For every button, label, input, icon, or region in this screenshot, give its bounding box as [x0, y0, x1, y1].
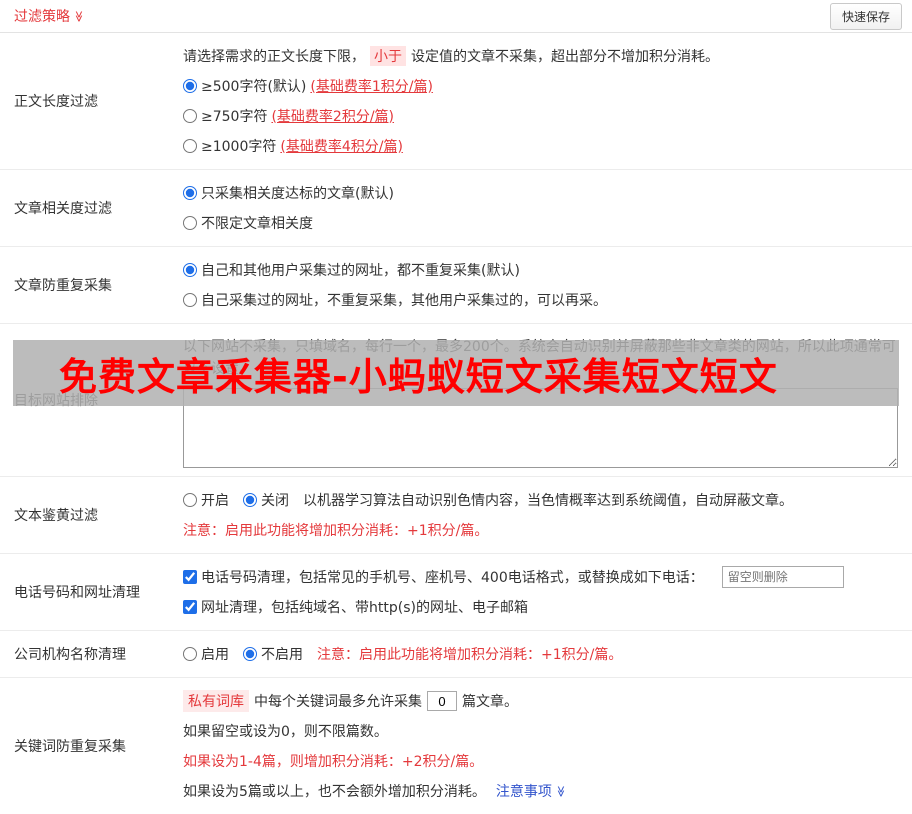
- option-text: 不限定文章相关度: [201, 216, 313, 232]
- radio-option-dedup-self[interactable]: 自己采集过的网址，不重复采集，其他用户采集过的，可以再采。: [183, 290, 607, 310]
- row-phone-url-cleanup: 电话号码和网址清理 电话号码清理，包括常见的手机号、座机号、400电话格式，或替…: [0, 554, 912, 631]
- row-label-target-exclusion: 目标网站排除: [14, 393, 98, 409]
- chevron-down-icon: ≫: [554, 785, 568, 798]
- option-text: 网址清理，包括纯域名、带http(s)的网址、电子邮箱: [201, 600, 528, 616]
- text-length-intro: 请选择需求的正文长度下限， 小于 设定值的文章不采集，超出部分不增加积分消耗。: [183, 41, 898, 71]
- keyword-limit-text: 中每个关键词最多允许采集: [254, 694, 422, 710]
- radio-relevance-default[interactable]: [183, 186, 197, 200]
- radio-option-1000chars[interactable]: ≥1000字符 (基础费率4积分/篇): [183, 136, 403, 156]
- intro-highlight: 小于: [370, 46, 406, 66]
- radio-option-500chars[interactable]: ≥500字符(默认) (基础费率1积分/篇): [183, 76, 433, 96]
- row-porn-filter: 文本鉴黄过滤 开启 关闭 以机器学习算法自动识别色情内容，当色情概率达到系统阈值…: [0, 477, 912, 554]
- row-label-porn-filter: 文本鉴黄过滤: [14, 508, 98, 524]
- radio-1000chars[interactable]: [183, 139, 197, 153]
- row-company-cleanup: 公司机构名称清理 启用 不启用 注意：启用此功能将增加积分消耗：+1积分/篇。: [0, 631, 912, 678]
- option-fee: (基础费率4积分/篇): [280, 139, 403, 155]
- option-fee: (基础费率2积分/篇): [271, 109, 395, 125]
- option-text: 电话号码清理，包括常见的手机号、座机号、400电话格式，或替换成如下电话：: [201, 570, 704, 586]
- radio-porn-off[interactable]: [243, 493, 257, 507]
- option-text: 自己和其他用户采集过的网址，都不重复采集(默认): [201, 263, 520, 279]
- topbar: 过滤策略 ≫ 快速保存: [0, 0, 912, 33]
- radio-option-dedup-all[interactable]: 自己和其他用户采集过的网址，都不重复采集(默认): [183, 260, 520, 280]
- quick-save-button[interactable]: 快速保存: [829, 2, 902, 30]
- row-label-relevance: 文章相关度过滤: [14, 201, 112, 217]
- checkbox-phone-cleanup[interactable]: [183, 570, 197, 584]
- radio-option-relevance-any[interactable]: 不限定文章相关度: [183, 213, 313, 233]
- keyword-limit-text-end: 篇文章。: [462, 694, 518, 710]
- company-cleanup-note: 注意：启用此功能将增加积分消耗：+1积分/篇。: [317, 647, 623, 663]
- keyword-note-5plus: 如果设为5篇或以上，也不会额外增加积分消耗。: [183, 784, 486, 800]
- radio-option-porn-off[interactable]: 关闭: [243, 490, 289, 510]
- chevron-down-icon: ≫: [72, 10, 86, 23]
- checkbox-option-phone-cleanup[interactable]: 电话号码清理，包括常见的手机号、座机号、400电话格式，或替换成如下电话：: [183, 567, 704, 587]
- radio-option-750chars[interactable]: ≥750字符 (基础费率2积分/篇): [183, 106, 394, 126]
- porn-filter-desc: 以机器学习算法自动识别色情内容，当色情概率达到系统阈值，自动屏蔽文章。: [303, 493, 793, 509]
- page-title-text: 过滤策略: [14, 9, 70, 25]
- notes-link-text: 注意事项: [495, 784, 552, 800]
- radio-dedup-all[interactable]: [183, 263, 197, 277]
- row-label-text-length: 正文长度过滤: [14, 94, 98, 110]
- row-dedup: 文章防重复采集 自己和其他用户采集过的网址，都不重复采集(默认) 自己采集过的网…: [0, 247, 912, 324]
- row-keyword-dedup: 关键词防重复采集 私有词库 中每个关键词最多允许采集 篇文章。 如果留空或设为0…: [0, 678, 912, 814]
- row-label-phone-url: 电话号码和网址清理: [14, 585, 140, 601]
- option-text: 只采集相关度达标的文章(默认): [201, 186, 394, 202]
- option-fee: (基础费率1积分/篇): [310, 79, 433, 95]
- row-label-dedup: 文章防重复采集: [14, 278, 112, 294]
- radio-option-porn-on[interactable]: 开启: [183, 490, 229, 510]
- radio-porn-on[interactable]: [183, 493, 197, 507]
- row-label-company-cleanup: 公司机构名称清理: [14, 647, 126, 663]
- option-text: 关闭: [261, 493, 289, 509]
- option-text: ≥750字符: [201, 109, 268, 125]
- checkbox-option-url-cleanup[interactable]: 网址清理，包括纯域名、带http(s)的网址、电子邮箱: [183, 597, 528, 617]
- keyword-note-zero: 如果留空或设为0，则不限篇数。: [183, 724, 388, 740]
- radio-company-off[interactable]: [243, 647, 257, 661]
- option-text: 开启: [201, 493, 229, 509]
- keyword-limit-input[interactable]: [427, 691, 457, 711]
- radio-500chars[interactable]: [183, 79, 197, 93]
- option-text: 不启用: [261, 647, 303, 663]
- radio-dedup-self[interactable]: [183, 293, 197, 307]
- keyword-note-1to4: 如果设为1-4篇，则增加积分消耗：+2积分/篇。: [183, 754, 484, 770]
- notes-link[interactable]: 注意事项 ≫: [496, 781, 567, 801]
- row-label-keyword-dedup: 关键词防重复采集: [14, 739, 126, 755]
- intro-text-1: 请选择需求的正文长度下限，: [183, 49, 365, 65]
- page-title[interactable]: 过滤策略 ≫: [14, 6, 85, 26]
- radio-option-company-off[interactable]: 不启用: [243, 644, 303, 664]
- radio-option-company-on[interactable]: 启用: [183, 644, 229, 664]
- checkbox-url-cleanup[interactable]: [183, 600, 197, 614]
- row-target-exclusion: 目标网站排除 以下网站不采集，只填域名，每行一个，最多200个。系统会自动识别并…: [0, 324, 912, 477]
- option-text: 启用: [201, 647, 229, 663]
- radio-company-on[interactable]: [183, 647, 197, 661]
- exclude-domains-textarea[interactable]: [183, 388, 898, 468]
- option-text: 自己采集过的网址，不重复采集，其他用户采集过的，可以再采。: [201, 293, 607, 309]
- private-lexicon-tag: 私有词库: [183, 690, 249, 712]
- option-text: ≥500字符(默认): [201, 79, 307, 95]
- intro-text-2: 设定值的文章不采集，超出部分不增加积分消耗。: [411, 49, 719, 65]
- porn-filter-note: 注意：启用此功能将增加积分消耗：+1积分/篇。: [183, 523, 489, 539]
- filter-settings-page: 过滤策略 ≫ 快速保存 正文长度过滤 请选择需求的正文长度下限， 小于 设定值的文…: [0, 0, 912, 814]
- target-exclusion-desc: 以下网站不采集，只填域名，每行一个，最多200个。系统会自动识别并屏蔽那些非文章…: [183, 339, 896, 377]
- radio-option-relevance-default[interactable]: 只采集相关度达标的文章(默认): [183, 183, 394, 203]
- radio-relevance-any[interactable]: [183, 216, 197, 230]
- replacement-phone-input[interactable]: [721, 566, 844, 588]
- row-relevance-filter: 文章相关度过滤 只采集相关度达标的文章(默认) 不限定文章相关度: [0, 170, 912, 247]
- row-text-length-filter: 正文长度过滤 请选择需求的正文长度下限， 小于 设定值的文章不采集，超出部分不增…: [0, 33, 912, 170]
- option-text: ≥1000字符: [201, 139, 277, 155]
- radio-750chars[interactable]: [183, 109, 197, 123]
